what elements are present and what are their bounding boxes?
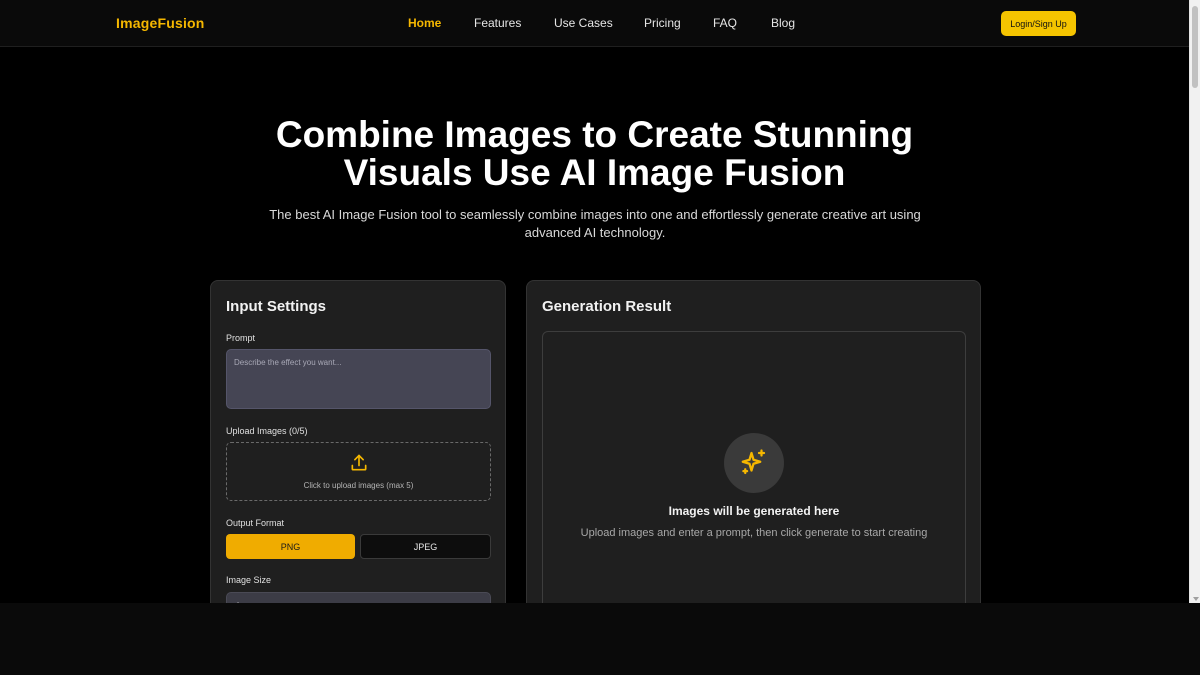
vertical-scrollbar[interactable] bbox=[1189, 0, 1200, 603]
sparkles-icon bbox=[741, 449, 766, 475]
format-png-button[interactable]: PNG bbox=[226, 534, 355, 559]
image-size-select[interactable]: Auto bbox=[226, 592, 491, 603]
nav-features[interactable]: Features bbox=[474, 16, 521, 30]
nav-faq[interactable]: FAQ bbox=[713, 16, 737, 30]
generation-result-title: Generation Result bbox=[542, 298, 672, 315]
hero-title-line-2: Visuals Use AI Image Fusion bbox=[343, 152, 846, 193]
prompt-field-wrapper bbox=[226, 349, 491, 409]
hero-title: Combine Images to Create Stunning Visual… bbox=[0, 116, 1189, 192]
result-placeholder-subtitle: Upload images and enter a prompt, then c… bbox=[580, 527, 928, 539]
upload-dropzone[interactable]: Click to upload images (max 5) bbox=[226, 442, 491, 501]
logo[interactable]: ImageFusion bbox=[116, 15, 205, 31]
page-viewport: ImageFusion Home Features Use Cases Pric… bbox=[0, 0, 1189, 603]
nav-use-cases[interactable]: Use Cases bbox=[554, 16, 613, 30]
sparkles-badge bbox=[724, 433, 784, 493]
login-signup-button[interactable]: Login/Sign Up bbox=[1001, 11, 1076, 36]
scroll-down-arrow-icon[interactable] bbox=[1193, 597, 1199, 601]
nav-pricing[interactable]: Pricing bbox=[644, 16, 681, 30]
output-format-label: Output Format bbox=[226, 518, 285, 528]
bottom-blank-area bbox=[0, 603, 1200, 675]
site-header: ImageFusion Home Features Use Cases Pric… bbox=[0, 0, 1189, 47]
hero-title-line-1: Combine Images to Create Stunning bbox=[275, 114, 914, 155]
nav-blog[interactable]: Blog bbox=[771, 16, 795, 30]
result-placeholder-title: Images will be generated here bbox=[668, 504, 840, 518]
scrollbar-thumb[interactable] bbox=[1192, 6, 1198, 88]
image-size-label: Image Size bbox=[226, 575, 272, 585]
format-jpeg-button[interactable]: JPEG bbox=[360, 534, 491, 559]
input-settings-title: Input Settings bbox=[226, 298, 326, 315]
prompt-textarea[interactable] bbox=[227, 350, 490, 408]
prompt-label: Prompt bbox=[226, 333, 256, 343]
upload-images-label: Upload Images (0/5) bbox=[226, 426, 308, 436]
result-preview-area: Images will be generated here Upload ima… bbox=[542, 331, 966, 603]
nav-home[interactable]: Home bbox=[408, 16, 441, 30]
generation-result-panel: Generation Result Images will be generat… bbox=[526, 280, 981, 603]
upload-hint: Click to upload images (max 5) bbox=[303, 481, 414, 490]
upload-icon bbox=[351, 454, 367, 471]
hero-subtitle: The best AI Image Fusion tool to seamles… bbox=[269, 207, 921, 240]
input-settings-panel: Input Settings Prompt Upload Images (0/5… bbox=[210, 280, 506, 603]
